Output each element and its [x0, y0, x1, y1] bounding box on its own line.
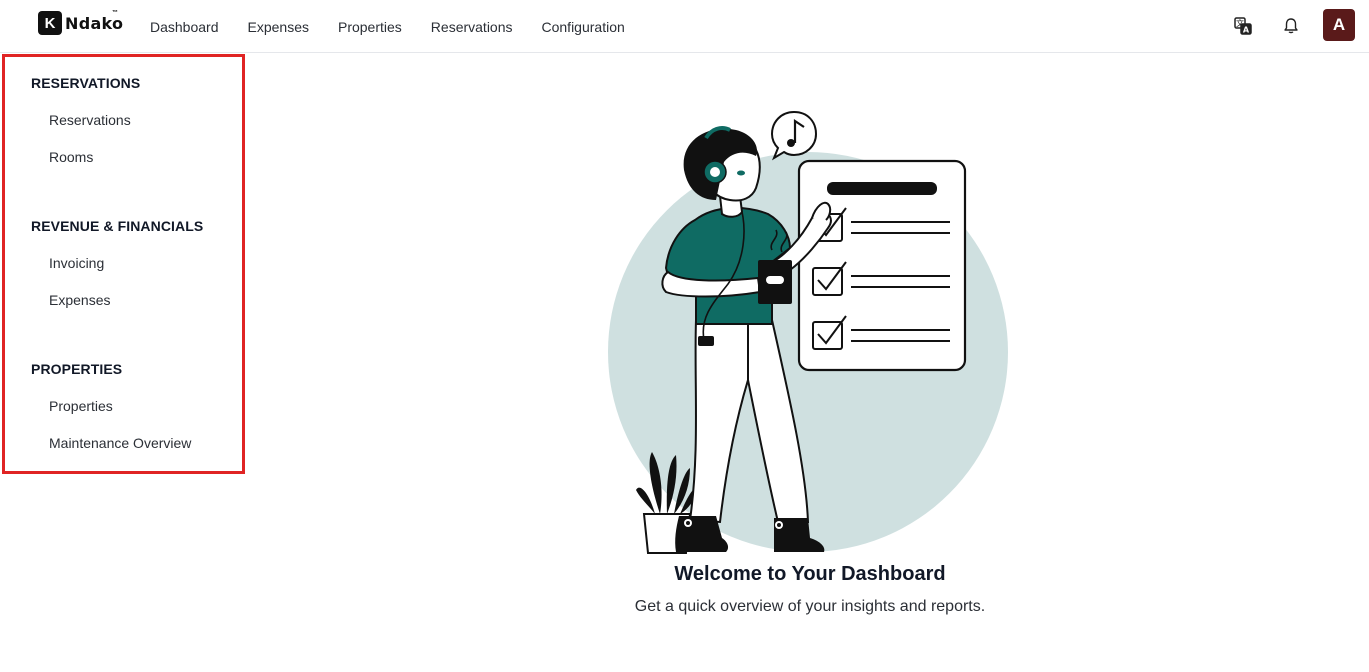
- sidebar-item-invoicing[interactable]: Invoicing: [49, 255, 104, 271]
- nav-configuration[interactable]: Configuration: [542, 19, 625, 35]
- bell-icon[interactable]: [1280, 15, 1302, 37]
- logo-text: Ndako: [65, 13, 124, 33]
- sidebar-item-reservations[interactable]: Reservations: [49, 112, 131, 128]
- dashboard-illustration: [608, 110, 1008, 554]
- sidebar-item-rooms[interactable]: Rooms: [49, 149, 93, 165]
- sidebar-section-revenue-financials: REVENUE & FINANCIALS: [31, 218, 204, 234]
- top-navigation-bar: K Ndako ™ Dashboard Expenses Properties …: [0, 0, 1369, 53]
- checklist-header-bar: [827, 182, 937, 195]
- brand-logo[interactable]: K Ndako ™: [38, 10, 123, 36]
- nav-expenses[interactable]: Expenses: [248, 19, 309, 35]
- sidebar-item-maintenance-overview[interactable]: Maintenance Overview: [49, 435, 191, 451]
- sidebar-section-properties: PROPERTIES: [31, 361, 123, 377]
- sidebar-item-expenses[interactable]: Expenses: [49, 292, 110, 308]
- logo-mark: K: [38, 11, 62, 35]
- sidebar-menu: RESERVATIONS Reservations Rooms REVENUE …: [2, 54, 245, 474]
- welcome-title: Welcome to Your Dashboard: [674, 563, 946, 585]
- nav-properties[interactable]: Properties: [338, 19, 402, 35]
- nav-reservations[interactable]: Reservations: [431, 19, 513, 35]
- translate-icon[interactable]: 文 A: [1232, 15, 1254, 37]
- main-nav: Dashboard Expenses Properties Reservatio…: [150, 0, 654, 53]
- user-avatar[interactable]: A: [1323, 9, 1355, 41]
- music-note-bubble: [770, 110, 818, 161]
- svg-text:A: A: [1243, 26, 1250, 35]
- sidebar-section-reservations: RESERVATIONS: [31, 75, 141, 91]
- welcome-subtitle: Get a quick overview of your insights an…: [634, 598, 986, 615]
- sidebar-item-properties[interactable]: Properties: [49, 398, 113, 414]
- logo-trademark: ™: [112, 10, 118, 16]
- nav-dashboard[interactable]: Dashboard: [150, 19, 219, 35]
